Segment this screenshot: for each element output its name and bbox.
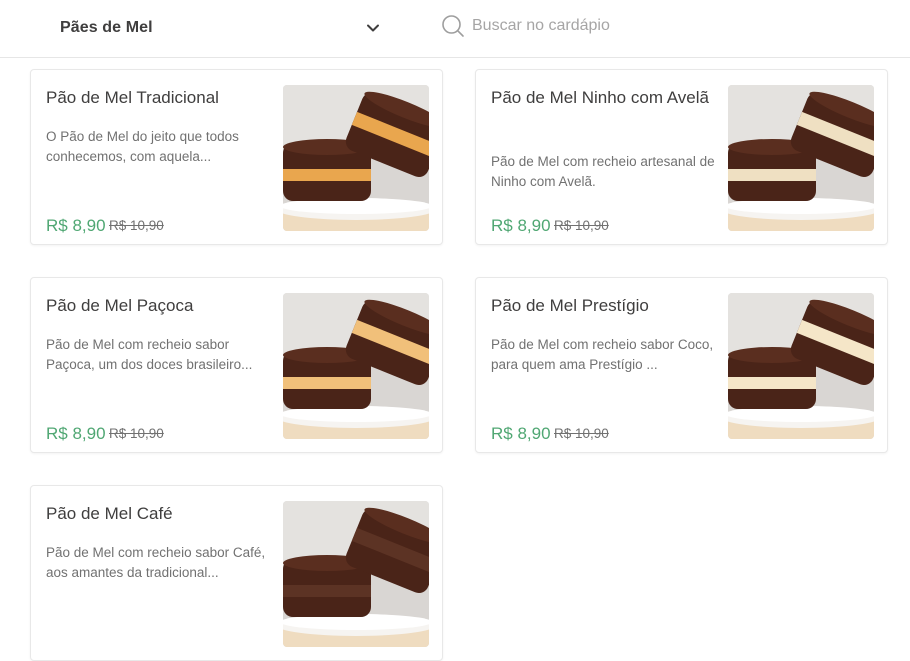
category-label: Pães de Mel (60, 19, 153, 36)
search-bar[interactable] (438, 10, 898, 44)
product-description: Pão de Mel com recheio sabor Paçoca, um … (46, 337, 253, 372)
category-dropdown[interactable]: Pães de Mel (42, 8, 392, 48)
product-description: Pão de Mel com recheio artesanal de Ninh… (491, 154, 715, 189)
product-price: R$ 8,90 (46, 216, 106, 235)
product-price: R$ 8,90 (491, 216, 551, 235)
product-price: R$ 8,90 (491, 424, 551, 443)
product-title: Pão de Mel Tradicional (46, 88, 219, 107)
search-input[interactable] (472, 12, 872, 40)
product-card[interactable]: Pão de Mel Prestígio Pão de Mel com rech… (475, 277, 888, 453)
product-title: Pão de Mel Prestígio (491, 296, 649, 315)
product-old-price: R$ 10,90 (109, 426, 164, 441)
product-description: Pão de Mel com recheio sabor Café, aos a… (46, 545, 266, 580)
product-price: R$ 8,90 (46, 424, 106, 443)
product-card[interactable]: Pão de Mel Tradicional O Pão de Mel do j… (30, 69, 443, 245)
product-photo (283, 293, 429, 439)
top-bar: Pães de Mel (0, 0, 910, 58)
product-title: Pão de Mel Ninho com Avelã (491, 88, 709, 107)
product-old-price: R$ 10,90 (554, 426, 609, 441)
product-old-price: R$ 10,90 (109, 218, 164, 233)
product-description: Pão de Mel com recheio sabor Coco, para … (491, 337, 714, 372)
product-card[interactable]: Pão de Mel Paçoca Pão de Mel com recheio… (30, 277, 443, 453)
product-card[interactable]: Pão de Mel Café Pão de Mel com recheio s… (30, 485, 443, 661)
product-title: Pão de Mel Café (46, 504, 173, 523)
product-photo (728, 293, 874, 439)
product-photo (283, 85, 429, 231)
product-card[interactable]: Pão de Mel Ninho com Avelã Pão de Mel co… (475, 69, 888, 245)
product-old-price: R$ 10,90 (554, 218, 609, 233)
product-photo (283, 501, 429, 647)
product-photo (728, 85, 874, 231)
search-icon (442, 15, 464, 37)
chevron-down-icon (367, 24, 379, 32)
product-title: Pão de Mel Paçoca (46, 296, 194, 315)
product-description: O Pão de Mel do jeito que todos conhecem… (46, 129, 239, 164)
